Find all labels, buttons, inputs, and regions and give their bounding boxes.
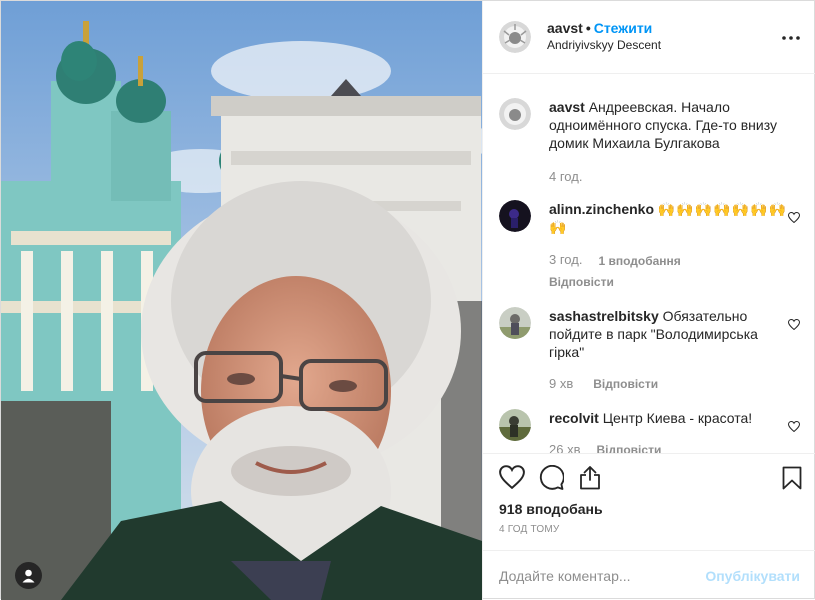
reply-button[interactable]: Відповісти (549, 273, 789, 291)
comment-item: sashastrelbitsky Обязательно пойдите в п… (499, 307, 801, 393)
commenter-username[interactable]: sashastrelbitsky (549, 308, 659, 324)
post-side-panel: aavst • Стежити Andriyivskyy Descent aav… (482, 1, 815, 600)
comment-time[interactable]: 26 хв (549, 441, 580, 453)
reply-button[interactable]: Відповісти (593, 375, 658, 393)
add-comment-bar: Опублікувати (483, 550, 815, 600)
follow-button[interactable]: Стежити (594, 20, 653, 36)
like-comment-heart-icon[interactable] (787, 419, 801, 435)
commenter-username[interactable]: recolvit (549, 410, 599, 426)
caption: aavst Андреевская. Начало одноимённого с… (499, 98, 800, 186)
share-icon[interactable] (578, 465, 602, 490)
reply-button[interactable]: Відповісти (596, 441, 661, 453)
comment-item: alinn.zinchenko 🙌🙌🙌🙌🙌🙌🙌🙌 3 год. 1 вподоб… (499, 200, 801, 291)
like-comment-heart-icon[interactable] (787, 210, 801, 226)
comment-time[interactable]: 9 хв (549, 375, 573, 393)
post-location[interactable]: Andriyivskyy Descent (547, 37, 661, 54)
author-username[interactable]: aavst (547, 20, 583, 36)
separator-dot: • (585, 20, 591, 36)
commenter-avatar[interactable] (499, 200, 531, 232)
more-options-icon[interactable] (782, 27, 800, 43)
post-photo[interactable] (1, 1, 482, 600)
action-icons-row (483, 454, 815, 500)
comment-icon[interactable] (539, 464, 564, 490)
photo-illustration (1, 1, 482, 600)
commenter-avatar[interactable] (499, 307, 531, 339)
comments-list[interactable]: aavst Андреевская. Начало одноимённого с… (483, 75, 815, 453)
instagram-post: aavst • Стежити Andriyivskyy Descent aav… (0, 0, 815, 600)
comment-item: recolvit Центр Киева - красота! 26 хв Ві… (499, 409, 801, 453)
author-avatar[interactable] (499, 21, 531, 53)
caption-avatar[interactable] (499, 98, 531, 130)
post-time-ago[interactable]: 4 ГОД ТОМУ (483, 518, 815, 535)
bookmark-icon[interactable] (782, 466, 802, 493)
post-actions: 918 вподобань 4 ГОД ТОМУ (483, 453, 815, 535)
heart-icon[interactable] (499, 465, 525, 489)
like-comment-heart-icon[interactable] (787, 317, 801, 333)
comment-likes[interactable]: 1 вподобання (598, 252, 680, 270)
comment-text: Центр Киева - красота! (602, 410, 753, 426)
caption-username[interactable]: aavst (549, 99, 585, 115)
commenter-username[interactable]: alinn.zinchenko (549, 201, 654, 217)
caption-time[interactable]: 4 год. (549, 168, 582, 186)
likes-count[interactable]: 918 вподобань (483, 500, 815, 518)
publish-button[interactable]: Опублікувати (705, 568, 800, 584)
commenter-avatar[interactable] (499, 409, 531, 441)
tagged-user-icon[interactable] (15, 562, 42, 589)
comment-time[interactable]: 3 год. (549, 251, 582, 269)
header-text: aavst • Стежити Andriyivskyy Descent (547, 20, 661, 54)
post-header: aavst • Стежити Andriyivskyy Descent (483, 1, 815, 74)
comment-input[interactable] (499, 567, 706, 584)
